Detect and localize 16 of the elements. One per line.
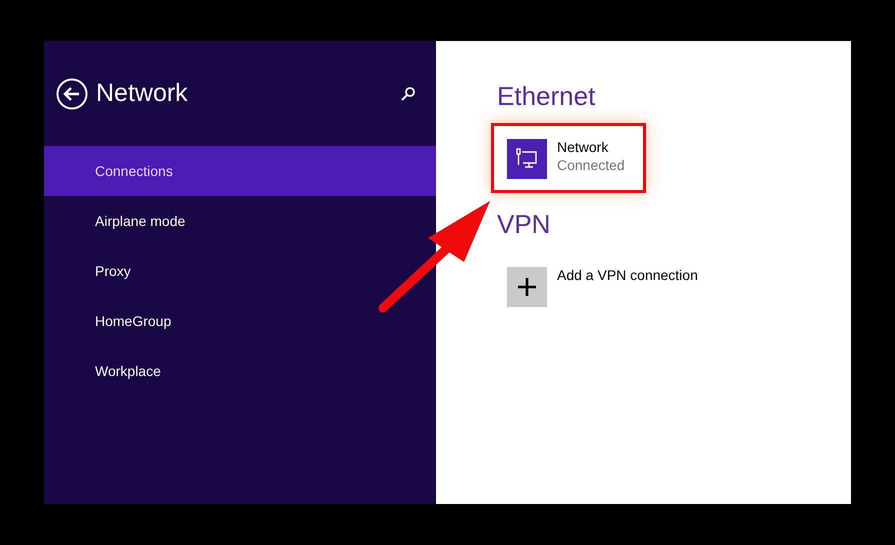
plus-icon [507, 267, 547, 307]
connection-status: Connected [557, 157, 625, 173]
monitor-icon [507, 139, 547, 179]
add-vpn-button[interactable]: Add a VPN connection [491, 251, 719, 321]
nav-item[interactable]: Airplane mode [44, 196, 436, 246]
search-icon[interactable] [400, 86, 416, 102]
section-heading: Ethernet [497, 81, 596, 113]
nav-item[interactable]: Proxy [44, 246, 436, 296]
connection-item[interactable]: Network Connected [491, 123, 646, 193]
nav-item[interactable]: HomeGroup [44, 296, 436, 346]
section-heading: VPN [497, 209, 550, 241]
sidebar-title: Network [96, 79, 189, 108]
nav-item[interactable]: Workplace [44, 346, 436, 396]
back-icon[interactable] [56, 78, 88, 110]
nav-item[interactable]: Connections [44, 146, 436, 196]
connection-name: Network [557, 139, 610, 155]
